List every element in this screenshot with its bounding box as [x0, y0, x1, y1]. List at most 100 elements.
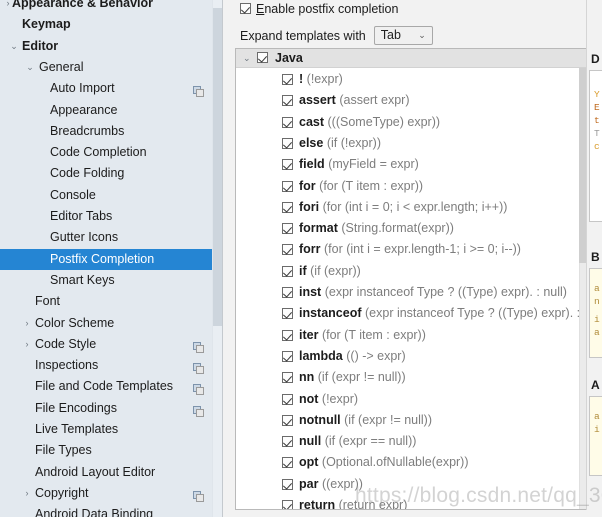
- template-checkbox[interactable]: [282, 372, 293, 384]
- chevron-right-icon[interactable]: ›: [21, 334, 33, 355]
- sidebar-item-copyright[interactable]: › Copyright: [0, 483, 212, 504]
- expand-templates-key-value: Tab: [380, 28, 401, 42]
- template-name: lambda: [299, 348, 343, 363]
- template-row[interactable]: forr (for (int i = expr.length-1; i >= 0…: [236, 239, 590, 260]
- enable-postfix-completion-checkbox[interactable]: [240, 3, 251, 14]
- settings-category-tree[interactable]: › Appearance & Behavior Keymap ⌄ Editor ⌄ Gene…: [0, 0, 212, 517]
- template-checkbox[interactable]: [282, 414, 293, 426]
- sidebar-item-label: Editor: [22, 38, 59, 53]
- template-text: field (myField = expr): [299, 154, 419, 175]
- sidebar-item-appearance[interactable]: Appearance: [0, 100, 212, 121]
- sidebar-item-smart-keys[interactable]: Smart Keys: [0, 270, 212, 291]
- sidebar-item-auto-import[interactable]: Auto Import: [0, 78, 212, 99]
- template-checkbox[interactable]: [282, 137, 293, 149]
- template-description: (expr instanceof Type ? ((Type) expr). :…: [365, 306, 591, 321]
- template-group-header-java[interactable]: ⌄ Java: [236, 49, 590, 68]
- template-checkbox[interactable]: [282, 287, 293, 298]
- template-row[interactable]: fori (for (int i = 0; i < expr.length; i…: [236, 197, 590, 218]
- template-row[interactable]: iter (for (T item : expr)): [236, 325, 590, 346]
- template-checkbox[interactable]: [282, 500, 293, 509]
- sidebar-item-label: Android Layout Editor: [35, 464, 156, 479]
- template-checkbox[interactable]: [282, 244, 293, 256]
- template-checkbox[interactable]: [282, 393, 293, 405]
- sidebar-item-live-templates[interactable]: Live Templates: [0, 419, 212, 440]
- chevron-right-icon[interactable]: ›: [21, 313, 33, 334]
- template-row[interactable]: instanceof (expr instanceof Type ? ((Typ…: [236, 303, 590, 324]
- sidebar-item-editor[interactable]: ⌄ Editor: [0, 36, 212, 57]
- template-checkbox[interactable]: [282, 223, 293, 235]
- chevron-down-icon[interactable]: ⌄: [24, 57, 36, 78]
- sidebar-item-code-style[interactable]: › Code Style: [0, 334, 212, 355]
- sidebar-item-android-layout-editor[interactable]: Android Layout Editor: [0, 462, 212, 483]
- template-checkbox[interactable]: [282, 457, 293, 469]
- template-row[interactable]: inst (expr instanceof Type ? ((Type) exp…: [236, 282, 590, 303]
- template-checkbox[interactable]: [282, 116, 293, 128]
- sidebar-item-appearance-behavior[interactable]: › Appearance & Behavior: [0, 0, 212, 14]
- template-group-checkbox-java[interactable]: [257, 52, 268, 63]
- sidebar-item-gutter-icons[interactable]: Gutter Icons: [0, 227, 212, 248]
- template-text: for (for (T item : expr)): [299, 176, 423, 197]
- sidebar-item-label: Postfix Completion: [50, 251, 155, 266]
- template-checkbox[interactable]: [282, 329, 293, 341]
- template-row[interactable]: ! (!expr): [236, 69, 590, 90]
- template-checkbox[interactable]: [282, 159, 293, 171]
- sidebar-item-breadcrumbs[interactable]: Breadcrumbs: [0, 121, 212, 142]
- template-checkbox[interactable]: [282, 180, 293, 192]
- sidebar-item-color-scheme[interactable]: › Color Scheme: [0, 313, 212, 334]
- template-checkbox[interactable]: [282, 265, 293, 277]
- template-row[interactable]: if (if (expr)): [236, 261, 590, 282]
- template-checkbox[interactable]: [282, 478, 293, 490]
- sidebar-item-code-completion[interactable]: Code Completion: [0, 142, 212, 163]
- sidebar-scrollbar-thumb[interactable]: [213, 8, 222, 326]
- template-row[interactable]: nn (if (expr != null)): [236, 367, 590, 388]
- template-checkbox[interactable]: [282, 74, 293, 85]
- chevron-right-icon[interactable]: ›: [21, 483, 33, 504]
- template-checkbox[interactable]: [282, 95, 293, 107]
- sidebar-item-code-folding[interactable]: Code Folding: [0, 163, 212, 184]
- template-description: (for (T item : expr)): [319, 178, 424, 193]
- sidebar-item-keymap[interactable]: Keymap: [0, 14, 212, 35]
- preview-section-label: B: [591, 250, 600, 264]
- template-row[interactable]: cast (((SomeType) expr)): [236, 112, 590, 133]
- expand-templates-key-combobox[interactable]: Tab ⌄: [373, 26, 433, 45]
- template-checkbox[interactable]: [282, 350, 293, 362]
- template-name: fori: [299, 199, 320, 214]
- template-row[interactable]: else (if (!expr)): [236, 133, 590, 154]
- template-name: return: [299, 498, 336, 510]
- template-row[interactable]: notnull (if (expr != null)): [236, 410, 590, 431]
- preview-code-line: i: [594, 424, 600, 435]
- template-row[interactable]: opt (Optional.ofNullable(expr)): [236, 452, 590, 473]
- sidebar-item-editor-tabs[interactable]: Editor Tabs: [0, 206, 212, 227]
- template-checkbox[interactable]: [282, 308, 293, 320]
- template-row[interactable]: not (!expr): [236, 389, 590, 410]
- postfix-templates-list[interactable]: ⌄ Java ! (!expr) assert (assert expr) cast…: [235, 48, 591, 510]
- enable-postfix-completion-row[interactable]: Enable postfix completion: [240, 2, 398, 20]
- sidebar-item-console[interactable]: Console: [0, 185, 212, 206]
- template-row[interactable]: par ((expr)): [236, 474, 590, 495]
- template-name: inst: [299, 285, 322, 299]
- template-row[interactable]: field (myField = expr): [236, 154, 590, 175]
- sidebar-item-file-encodings[interactable]: File Encodings: [0, 398, 212, 419]
- sidebar-item-file-types[interactable]: File Types: [0, 440, 212, 461]
- sidebar-item-general[interactable]: ⌄ General: [0, 57, 212, 78]
- template-description: (myField = expr): [328, 157, 419, 172]
- template-row[interactable]: lambda (() -> expr): [236, 346, 590, 367]
- template-description: (if (expr == null)): [324, 434, 417, 449]
- sidebar-item-android-data-binding[interactable]: Android Data Binding: [0, 504, 212, 517]
- template-row[interactable]: null (if (expr == null)): [236, 431, 590, 452]
- template-row[interactable]: format (String.format(expr)): [236, 218, 590, 239]
- template-row[interactable]: return (return expr): [236, 495, 590, 510]
- template-checkbox[interactable]: [282, 436, 293, 448]
- chevron-down-icon[interactable]: ⌄: [8, 36, 20, 57]
- template-row[interactable]: for (for (T item : expr)): [236, 176, 590, 197]
- sidebar-item-file-and-code-templates[interactable]: File and Code Templates: [0, 376, 212, 397]
- template-row[interactable]: assert (assert expr): [236, 90, 590, 111]
- sidebar-item-postfix-completion[interactable]: Postfix Completion: [0, 248, 212, 270]
- preview-code-line: n: [594, 296, 600, 307]
- sidebar-item-font[interactable]: Font: [0, 291, 212, 312]
- sidebar-item-inspections[interactable]: Inspections: [0, 355, 212, 376]
- settings-dialog: › Appearance & Behavior Keymap ⌄ Editor ⌄ Gene…: [0, 0, 602, 517]
- chevron-down-icon[interactable]: ⌄: [243, 49, 251, 67]
- sidebar-item-label: File Encodings: [35, 400, 117, 415]
- template-checkbox[interactable]: [282, 201, 293, 213]
